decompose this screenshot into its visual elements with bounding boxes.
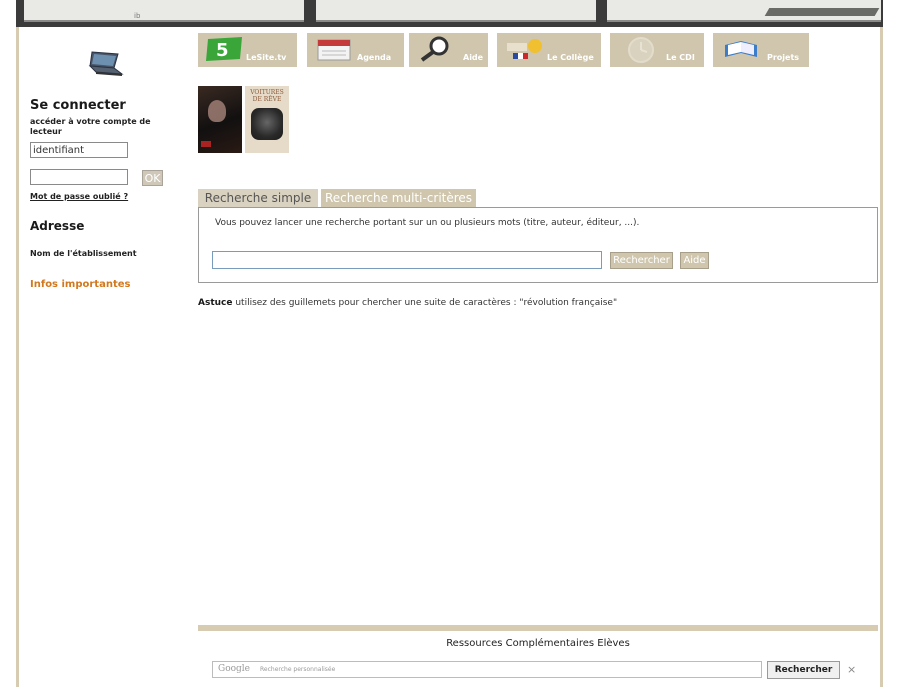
tab-simple-search[interactable]: Recherche simple: [198, 189, 318, 208]
school-name: Nom de l'établissement: [30, 249, 137, 258]
ok-button[interactable]: OK: [142, 170, 163, 186]
search-input[interactable]: [212, 251, 602, 269]
calendar-icon: [317, 39, 351, 61]
password-input[interactable]: [30, 169, 128, 185]
book-icon: [725, 41, 757, 57]
clock-icon: [628, 37, 654, 63]
college-icon: [507, 39, 542, 59]
google-logo: Google: [218, 664, 250, 674]
magnifier-icon: [420, 36, 449, 62]
username-input[interactable]: [30, 142, 128, 158]
nav-tab-label: Le Collège: [547, 53, 594, 62]
address-title: Adresse: [30, 219, 85, 233]
banner-image-3: [607, 0, 881, 22]
search-button[interactable]: Rechercher: [610, 252, 673, 269]
help-button[interactable]: Aide: [680, 252, 709, 269]
page-frame-left: [16, 0, 19, 687]
tab-multi-criteria-search[interactable]: Recherche multi-critères: [321, 189, 476, 208]
close-icon[interactable]: ×: [847, 663, 856, 676]
search-description: Vous pouvez lancer une recherche portant…: [215, 218, 640, 228]
book-cover-title: VOITURES DE RÊVE: [250, 89, 284, 103]
lesite-tv-icon: 5: [206, 37, 242, 61]
nav-tab-aide[interactable]: Aide: [409, 33, 488, 67]
laptop-icon: [88, 51, 124, 76]
book-cover-1[interactable]: [198, 86, 242, 153]
nav-tab-projets[interactable]: Projets: [713, 33, 809, 67]
search-panel: Vous pouvez lancer une recherche portant…: [198, 207, 878, 283]
nav-tab-lesite[interactable]: 5 LeSite.tv: [198, 33, 297, 67]
tip-text: utilisez des guillemets pour chercher un…: [232, 298, 618, 308]
svg-text:5: 5: [216, 40, 229, 61]
forgot-password-link[interactable]: Mot de passe oublié ?: [30, 192, 128, 201]
search-tip: Astuce utilisez des guillemets pour cher…: [198, 298, 617, 308]
header-banner: ib: [16, 0, 883, 27]
important-info-link[interactable]: Infos importantes: [30, 279, 130, 290]
nav-tab-college[interactable]: Le Collège: [497, 33, 601, 67]
google-search-placeholder: Recherche personnalisée: [260, 666, 336, 673]
banner-image-2: [316, 0, 596, 22]
google-search-button[interactable]: Rechercher: [767, 661, 840, 679]
nav-tab-label: Projets: [767, 53, 800, 62]
page-frame-right: [880, 0, 883, 687]
google-search-input[interactable]: Google Recherche personnalisée: [212, 661, 762, 678]
nav-tab-label: Agenda: [357, 53, 392, 62]
nav-tab-cdi[interactable]: Le CDI: [610, 33, 704, 67]
book-cover-2[interactable]: VOITURES DE RÊVE: [245, 86, 289, 153]
footer-divider: [198, 625, 878, 631]
banner-image-1: ib: [24, 0, 304, 22]
nav-tab-label: Le CDI: [666, 53, 695, 62]
login-title: Se connecter: [30, 98, 126, 113]
nav-tab-label: Aide: [463, 53, 484, 62]
tip-label: Astuce: [198, 298, 233, 308]
nav-tab-label: LeSite.tv: [246, 53, 287, 62]
login-subtitle: accéder à votre compte de lecteur: [30, 117, 151, 136]
footer-title: Ressources Complémentaires Elèves: [446, 638, 630, 649]
nav-tab-agenda[interactable]: Agenda: [307, 33, 404, 67]
